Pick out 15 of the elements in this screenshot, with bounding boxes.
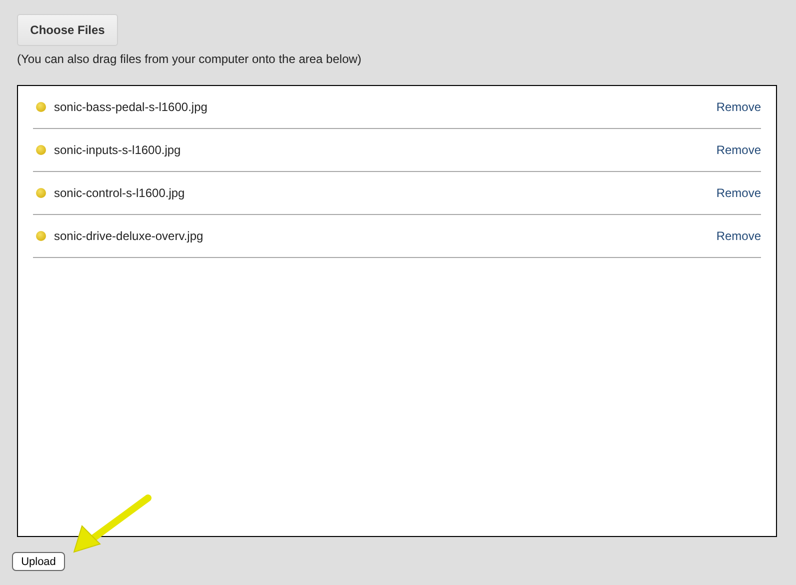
file-name: sonic-control-s-l1600.jpg [54,186,186,200]
status-dot-icon [36,231,46,241]
upload-button[interactable]: Upload [12,552,65,571]
status-dot-icon [36,145,46,155]
remove-link[interactable]: Remove [716,143,761,157]
file-name: sonic-inputs-s-l1600.jpg [54,143,182,157]
remove-link[interactable]: Remove [716,186,761,200]
choose-files-button[interactable]: Choose Files [17,14,118,46]
remove-link[interactable]: Remove [716,100,761,114]
file-name: sonic-drive-deluxe-overv.jpg [54,229,204,243]
drop-hint-text: (You can also drag files from your computer onto the area below) [17,52,362,66]
status-dot-icon [36,102,46,112]
remove-link[interactable]: Remove [716,229,761,243]
status-dot-icon [36,188,46,198]
file-name: sonic-bass-pedal-s-l1600.jpg [54,100,208,114]
